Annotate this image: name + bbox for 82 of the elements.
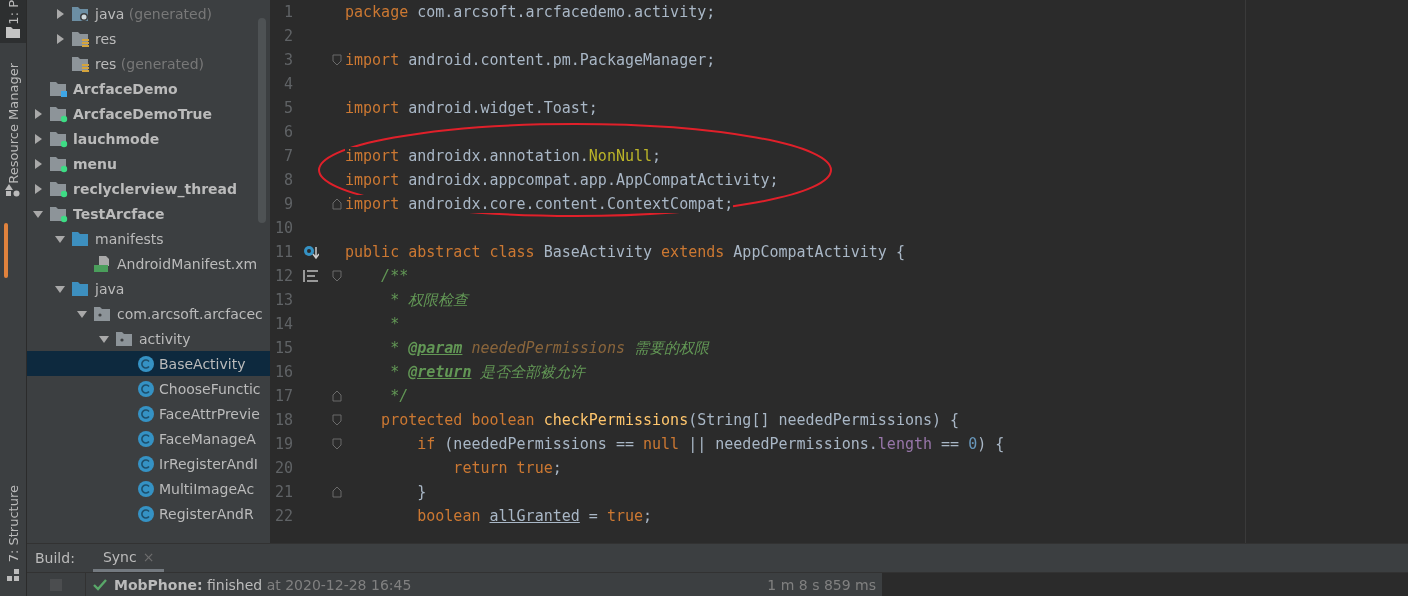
tree-item[interactable]: manifests — [95, 230, 164, 247]
module-folder-icon — [49, 179, 69, 198]
line-number: 11 — [273, 243, 293, 261]
tree-item[interactable]: menu — [73, 155, 118, 172]
class-icon — [137, 454, 155, 473]
structure-tab[interactable]: 7: Structure — [5, 484, 21, 562]
line-number: 7 — [282, 147, 293, 165]
line-number: 16 — [273, 363, 293, 381]
line-number: 17 — [273, 387, 293, 405]
tree-item[interactable]: ChooseFunctic — [159, 380, 261, 397]
line-number: 14 — [273, 315, 293, 333]
tree-item[interactable]: reclyclerview_thread — [73, 180, 237, 197]
line-number: 6 — [282, 123, 293, 141]
tree-item[interactable]: BaseActivity — [159, 355, 246, 372]
package-folder-icon — [93, 304, 113, 323]
tree-item[interactable]: java (generated) — [95, 5, 213, 22]
class-icon — [137, 479, 155, 498]
line-number: 19 — [273, 435, 293, 453]
module-folder-icon — [49, 104, 69, 123]
line-number: 2 — [282, 27, 293, 45]
check-icon — [92, 578, 108, 592]
fold-icon — [332, 198, 342, 210]
doc-render-icon — [303, 269, 319, 283]
implements-marker-icon — [303, 244, 319, 260]
tree-item[interactable]: lauchmode — [73, 130, 160, 147]
line-number: 22 — [273, 507, 293, 525]
tree-item[interactable]: ArcfaceDemoTrue — [73, 105, 213, 122]
class-icon — [137, 429, 155, 448]
line-number: 12 — [273, 267, 293, 285]
module-folder-icon — [49, 154, 69, 173]
module-folder-icon — [49, 129, 69, 148]
fold-icon — [332, 414, 342, 426]
class-icon — [137, 354, 155, 373]
fold-icon — [332, 486, 342, 498]
build-duration: 1 m 8 s 859 ms — [767, 577, 877, 593]
tree-item[interactable]: java — [95, 280, 125, 297]
line-number: 13 — [273, 291, 293, 309]
tree-item[interactable]: AndroidManifest.xm — [117, 255, 258, 272]
package-folder-icon — [115, 329, 135, 348]
tree-item[interactable]: res — [95, 30, 117, 47]
fold-icon — [332, 270, 342, 282]
folder-gear-icon — [71, 4, 91, 23]
structure-icon — [6, 568, 20, 582]
tree-item[interactable]: TestArcface — [73, 205, 165, 222]
tree-item[interactable]: activity — [139, 330, 191, 347]
line-number: 21 — [273, 483, 293, 501]
line-number: 1 — [282, 3, 293, 21]
line-number: 18 — [273, 411, 293, 429]
line-number: 5 — [282, 99, 293, 117]
shapes-icon — [5, 183, 21, 198]
tree-item[interactable]: MultiImageAc — [159, 480, 255, 497]
tree-item[interactable]: RegisterAndR — [159, 505, 254, 522]
resource-folder-icon — [71, 54, 91, 73]
class-icon — [137, 504, 155, 523]
line-number: 20 — [273, 459, 293, 477]
line-number: 15 — [273, 339, 293, 357]
line-number: 4 — [282, 75, 293, 93]
folder-icon — [71, 229, 91, 248]
tree-item[interactable]: ArcfaceDemo — [73, 80, 178, 97]
resource-manager-tab[interactable]: Resource Manager — [5, 62, 21, 184]
tree-item[interactable]: res (generated) — [95, 55, 205, 72]
folder-icon — [5, 24, 21, 39]
line-number: 3 — [282, 51, 293, 69]
scroll-indicator — [4, 223, 8, 279]
fold-icon — [332, 438, 342, 450]
fold-icon — [332, 54, 342, 66]
line-number: 9 — [282, 195, 293, 213]
tree-item[interactable]: FaceManageA — [159, 430, 256, 447]
class-icon — [137, 379, 155, 398]
tree-item[interactable]: FaceAttrPrevie — [159, 405, 260, 422]
fold-icon — [332, 390, 342, 402]
class-icon — [137, 404, 155, 423]
folder-icon — [71, 279, 91, 298]
module-folder-icon — [49, 204, 69, 223]
tree-item[interactable]: IrRegisterAndI — [159, 455, 258, 472]
tree-item[interactable]: com.arcsoft.arcfacec — [117, 305, 263, 322]
build-message[interactable]: MobPhone: finished at 2020-12-28 16:45 — [114, 577, 412, 593]
build-label: Build: — [35, 550, 75, 566]
module-folder-icon — [49, 79, 69, 98]
line-number: 10 — [273, 219, 293, 237]
resource-folder-icon — [71, 29, 91, 48]
line-number: 8 — [282, 171, 293, 189]
